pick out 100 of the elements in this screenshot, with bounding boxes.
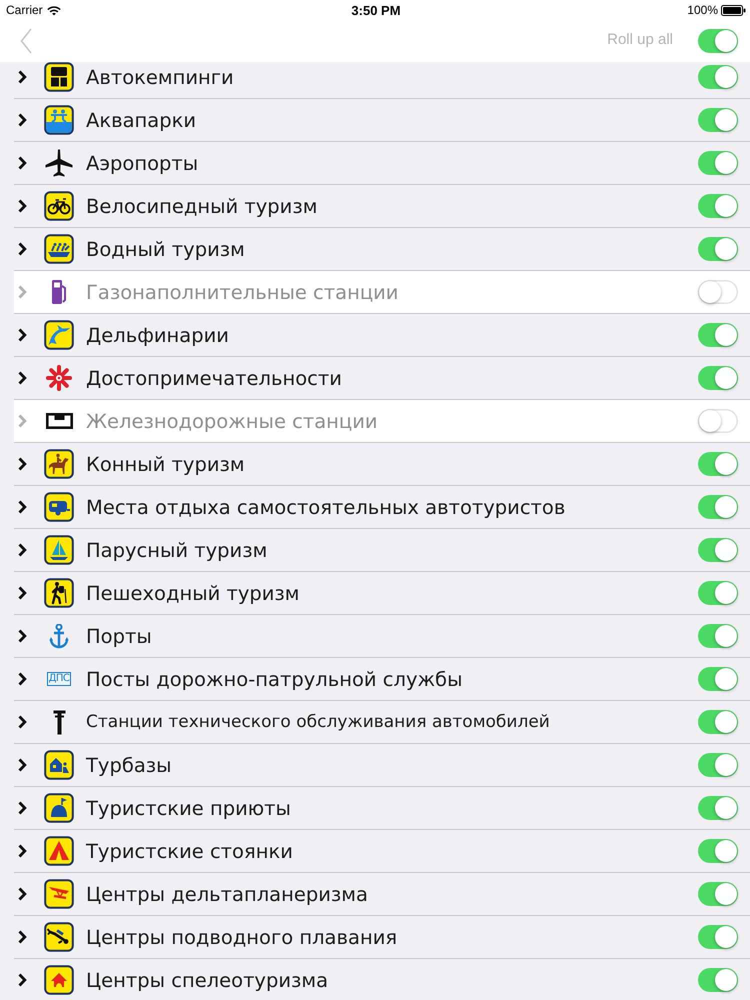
chevron-right-icon[interactable] bbox=[18, 543, 27, 557]
toggle-switch[interactable] bbox=[698, 194, 738, 218]
chevron-right-icon[interactable] bbox=[18, 973, 27, 987]
category-name: Дельфинарии bbox=[86, 324, 230, 346]
toggle-switch[interactable] bbox=[698, 323, 738, 347]
hiker-sign-icon bbox=[44, 578, 74, 608]
toggle-switch[interactable] bbox=[698, 796, 738, 820]
chevron-right-icon[interactable] bbox=[18, 199, 27, 213]
category-row[interactable]: Центры подводного плавания bbox=[14, 916, 750, 959]
chevron-right-icon[interactable] bbox=[18, 887, 27, 901]
category-name: Центры дельтапланеризма bbox=[86, 882, 369, 906]
battery-icon bbox=[721, 4, 746, 16]
category-row[interactable]: Дельфинарии bbox=[14, 314, 750, 357]
category-name: Места отдыха самостоятельных автотуристов bbox=[86, 496, 566, 518]
bicycle-sign-icon bbox=[44, 191, 74, 221]
roll-up-all-switch[interactable] bbox=[698, 29, 738, 53]
category-name: Туристские приюты bbox=[86, 796, 292, 820]
chevron-right-icon[interactable] bbox=[18, 242, 27, 256]
category-name: Пешеходный туризм bbox=[86, 582, 301, 604]
category-name: Парусный туризм bbox=[86, 538, 268, 562]
dolphin-sign-icon bbox=[44, 320, 74, 350]
chevron-right-icon[interactable] bbox=[18, 70, 27, 84]
category-row[interactable]: Автокемпинги bbox=[14, 62, 750, 99]
cave-sign-icon bbox=[44, 965, 74, 995]
chevron-right-icon[interactable] bbox=[18, 371, 27, 385]
category-name: Железнодорожные станции bbox=[86, 410, 379, 432]
category-name: Конный туризм bbox=[86, 452, 246, 476]
category-row[interactable]: Центры спелеотуризма bbox=[14, 959, 750, 1000]
category-name: Водный туризм bbox=[86, 238, 246, 260]
toggle-switch[interactable] bbox=[698, 65, 738, 89]
chevron-right-icon[interactable] bbox=[18, 930, 27, 944]
category-row[interactable]: Станции технического обслуживания автомобилей bbox=[14, 701, 750, 744]
category-row[interactable]: Велосипедный туризм bbox=[14, 185, 750, 228]
category-name: Аэропорты bbox=[86, 152, 200, 174]
flower-icon bbox=[44, 363, 74, 393]
back-button[interactable] bbox=[20, 28, 32, 54]
battery-percentage: 100% bbox=[687, 3, 718, 17]
anchor-icon bbox=[49, 624, 69, 648]
category-row[interactable]: Конный туризм bbox=[14, 443, 750, 486]
toggle-switch[interactable] bbox=[698, 108, 738, 132]
category-row[interactable]: Аэропорты bbox=[14, 142, 750, 185]
toggle-switch[interactable] bbox=[698, 581, 738, 605]
category-row[interactable]: Места отдыха самостоятельных автотуристов bbox=[14, 486, 750, 529]
chevron-right-icon[interactable] bbox=[18, 500, 27, 514]
chevron-right-icon[interactable] bbox=[18, 758, 27, 772]
category-name: Достопримечательности bbox=[86, 366, 343, 390]
category-row[interactable]: ДПС Посты дорожно-патрульной службы bbox=[14, 658, 750, 701]
toggle-switch[interactable] bbox=[698, 925, 738, 949]
toggle-switch[interactable] bbox=[698, 538, 738, 562]
chevron-right-icon[interactable] bbox=[18, 113, 27, 127]
category-row[interactable]: Аквапарки bbox=[14, 99, 750, 142]
category-row[interactable]: Пешеходный туризм bbox=[14, 572, 750, 615]
category-row[interactable]: Турбазы bbox=[14, 744, 750, 787]
chevron-right-icon[interactable] bbox=[18, 844, 27, 858]
toggle-switch[interactable] bbox=[698, 753, 738, 777]
chevron-right-icon[interactable] bbox=[18, 328, 27, 342]
sign-badge: ДПС bbox=[46, 672, 72, 686]
toggle-switch[interactable] bbox=[698, 710, 738, 734]
category-name: Аквапарки bbox=[86, 108, 198, 132]
category-name: Центры подводного плавания bbox=[86, 926, 398, 948]
category-row[interactable]: Порты bbox=[14, 615, 750, 658]
toggle-switch[interactable] bbox=[698, 409, 738, 433]
category-name: Станции технического обслуживания автомобилей bbox=[86, 712, 551, 732]
horse-rider-sign-icon bbox=[44, 449, 74, 479]
sailboat-sign-icon bbox=[44, 535, 74, 565]
toggle-switch[interactable] bbox=[698, 495, 738, 519]
chevron-right-icon[interactable] bbox=[18, 801, 27, 815]
hut-flag-sign-icon bbox=[44, 793, 74, 823]
category-name: Порты bbox=[86, 624, 153, 648]
toggle-switch[interactable] bbox=[698, 452, 738, 476]
category-name: Автокемпинги bbox=[86, 66, 235, 88]
category-name: Турбазы bbox=[86, 754, 173, 776]
camping-sign-icon bbox=[44, 62, 74, 92]
category-name: Туристские стоянки bbox=[86, 840, 294, 862]
toggle-switch[interactable] bbox=[698, 968, 738, 992]
toggle-switch[interactable] bbox=[698, 667, 738, 691]
chevron-right-icon[interactable] bbox=[18, 715, 27, 729]
category-row[interactable]: Туристские стоянки bbox=[14, 830, 750, 873]
category-name: Велосипедный туризм bbox=[86, 194, 318, 218]
toggle-switch[interactable] bbox=[698, 237, 738, 261]
boat-sign-icon bbox=[44, 234, 74, 264]
category-row[interactable]: Туристские приюты bbox=[14, 787, 750, 830]
category-name: Центры спелеотуризма bbox=[86, 968, 330, 992]
chevron-right-icon[interactable] bbox=[18, 586, 27, 600]
toggle-switch[interactable] bbox=[698, 882, 738, 906]
toggle-switch[interactable] bbox=[698, 839, 738, 863]
swimmers-sign-icon bbox=[44, 105, 74, 135]
toggle-switch[interactable] bbox=[698, 624, 738, 648]
chevron-left-icon bbox=[20, 28, 32, 54]
roll-up-all-label: Roll up all bbox=[607, 31, 673, 48]
toggle-switch[interactable] bbox=[698, 151, 738, 175]
toggle-switch[interactable] bbox=[698, 280, 738, 304]
chevron-right-icon[interactable] bbox=[18, 672, 27, 686]
toggle-switch[interactable] bbox=[698, 366, 738, 390]
chevron-right-icon[interactable] bbox=[18, 457, 27, 471]
category-row[interactable]: Парусный туризм bbox=[14, 529, 750, 572]
chevron-right-icon[interactable] bbox=[18, 629, 27, 643]
hang-glider-sign-icon bbox=[44, 879, 74, 909]
chevron-right-icon[interactable] bbox=[18, 156, 27, 170]
category-row[interactable]: Центры дельтапланеризма bbox=[14, 873, 750, 916]
